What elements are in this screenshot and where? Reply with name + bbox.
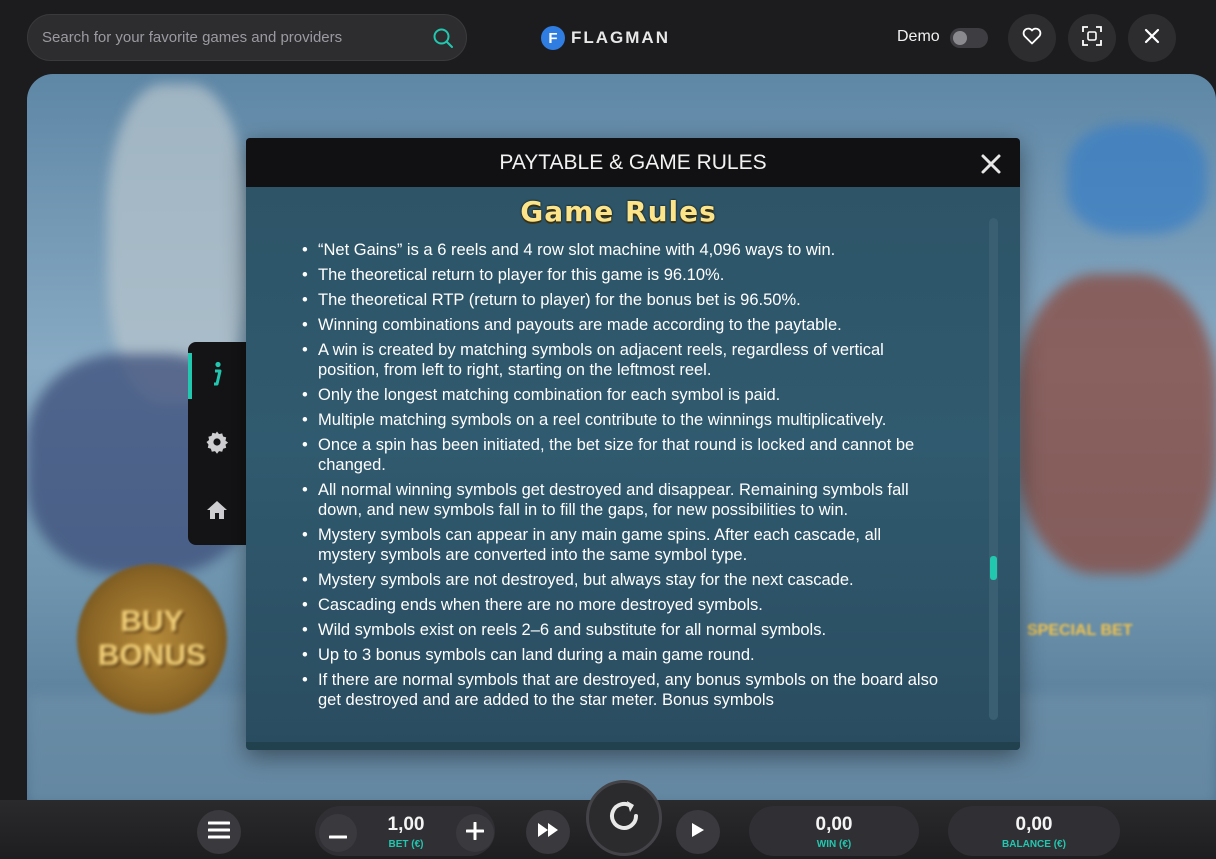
modal-close-button[interactable] <box>977 150 1005 178</box>
game-side-menu <box>188 342 246 545</box>
rule-item: Cascading ends when there are no more de… <box>300 595 940 615</box>
bet-increase-button[interactable] <box>456 814 494 852</box>
search-icon[interactable] <box>432 27 454 49</box>
bet-label: BET (€) <box>388 839 424 850</box>
bet-decrease-button[interactable] <box>319 814 357 852</box>
rules-scrollbar[interactable] <box>989 218 998 720</box>
rule-item: Wild symbols exist on reels 2–6 and subs… <box>300 620 940 640</box>
toggle-knob <box>953 31 967 45</box>
rule-item: The theoretical RTP (return to player) f… <box>300 290 940 310</box>
rules-heading: Game Rules <box>520 195 717 228</box>
fast-forward-icon <box>537 822 559 842</box>
balance-value: 0,00 <box>1015 814 1053 835</box>
buy-bonus-line1: BUY <box>120 605 184 638</box>
modal-bottom-edge <box>246 742 1020 750</box>
search-box[interactable] <box>27 14 467 61</box>
side-item-info[interactable] <box>188 342 246 410</box>
side-item-home[interactable] <box>188 478 246 546</box>
rule-item: Multiple matching symbols on a reel cont… <box>300 410 940 430</box>
bg-boat <box>1017 274 1216 574</box>
bg-crate <box>1067 124 1207 234</box>
win-value: 0,00 <box>815 814 853 835</box>
rules-list: “Net Gains” is a 6 reels and 4 row slot … <box>300 240 940 715</box>
rule-item: A win is created by matching symbols on … <box>300 340 940 380</box>
fullscreen-button[interactable] <box>1068 14 1116 62</box>
rule-item: All normal winning symbols get destroyed… <box>300 480 940 520</box>
rule-item: The theoretical return to player for thi… <box>300 265 940 285</box>
spin-icon <box>606 798 642 838</box>
rule-item: “Net Gains” is a 6 reels and 4 row slot … <box>300 240 940 260</box>
favorite-button[interactable] <box>1008 14 1056 62</box>
win-label: WIN (€) <box>816 839 852 850</box>
balance-label: BALANCE (€) <box>1002 839 1066 850</box>
top-bar: F FLAGMAN Demo <box>0 0 1216 74</box>
play-icon <box>691 822 705 842</box>
home-icon <box>206 500 228 524</box>
logo-text: FLAGMAN <box>571 28 670 47</box>
logo-mark: F <box>541 26 565 50</box>
buy-bonus-button[interactable]: BUY BONUS <box>77 564 227 714</box>
game-controls-bar: 1,00 BET (€) 0,00 WIN (€) 0,00 BALANCE (… <box>0 780 1216 859</box>
close-icon <box>1144 28 1160 48</box>
bet-value: 1,00 <box>387 814 425 835</box>
rule-item: Winning combinations and payouts are mad… <box>300 315 940 335</box>
rule-item: Mystery symbols can appear in any main g… <box>300 525 940 565</box>
gear-icon <box>205 430 229 458</box>
side-item-settings[interactable] <box>188 410 246 478</box>
hamburger-icon <box>207 821 231 843</box>
close-game-button[interactable] <box>1128 14 1176 62</box>
minus-icon <box>328 824 348 843</box>
demo-label: Demo <box>897 28 940 45</box>
special-bet-label: SPECIAL BET <box>1027 622 1133 639</box>
demo-toggle[interactable] <box>950 28 988 48</box>
close-icon <box>977 154 1005 182</box>
menu-button[interactable] <box>197 810 241 854</box>
autoplay-button[interactable] <box>676 810 720 854</box>
fullscreen-icon <box>1081 25 1103 51</box>
rule-item: If there are normal symbols that are des… <box>300 670 940 710</box>
modal-title: PAYTABLE & GAME RULES <box>499 151 767 174</box>
rule-item: Up to 3 bonus symbols can land during a … <box>300 645 940 665</box>
modal-header: PAYTABLE & GAME RULES <box>246 138 1020 187</box>
rule-item: Mystery symbols are not destroyed, but a… <box>300 570 940 590</box>
turbo-button[interactable] <box>526 810 570 854</box>
heart-icon <box>1022 27 1042 49</box>
brand-logo[interactable]: F FLAGMAN <box>541 25 670 51</box>
plus-icon <box>465 821 485 844</box>
paytable-modal: PAYTABLE & GAME RULES Game Rules “Net Ga… <box>246 138 1020 750</box>
spin-button[interactable] <box>586 780 662 856</box>
search-input[interactable] <box>42 15 422 60</box>
buy-bonus-line2: BONUS <box>97 639 207 672</box>
rule-item: Only the longest matching combination fo… <box>300 385 940 405</box>
rules-scroll-thumb[interactable] <box>990 556 997 580</box>
rule-item: Once a spin has been initiated, the bet … <box>300 435 940 475</box>
info-icon <box>210 361 224 391</box>
